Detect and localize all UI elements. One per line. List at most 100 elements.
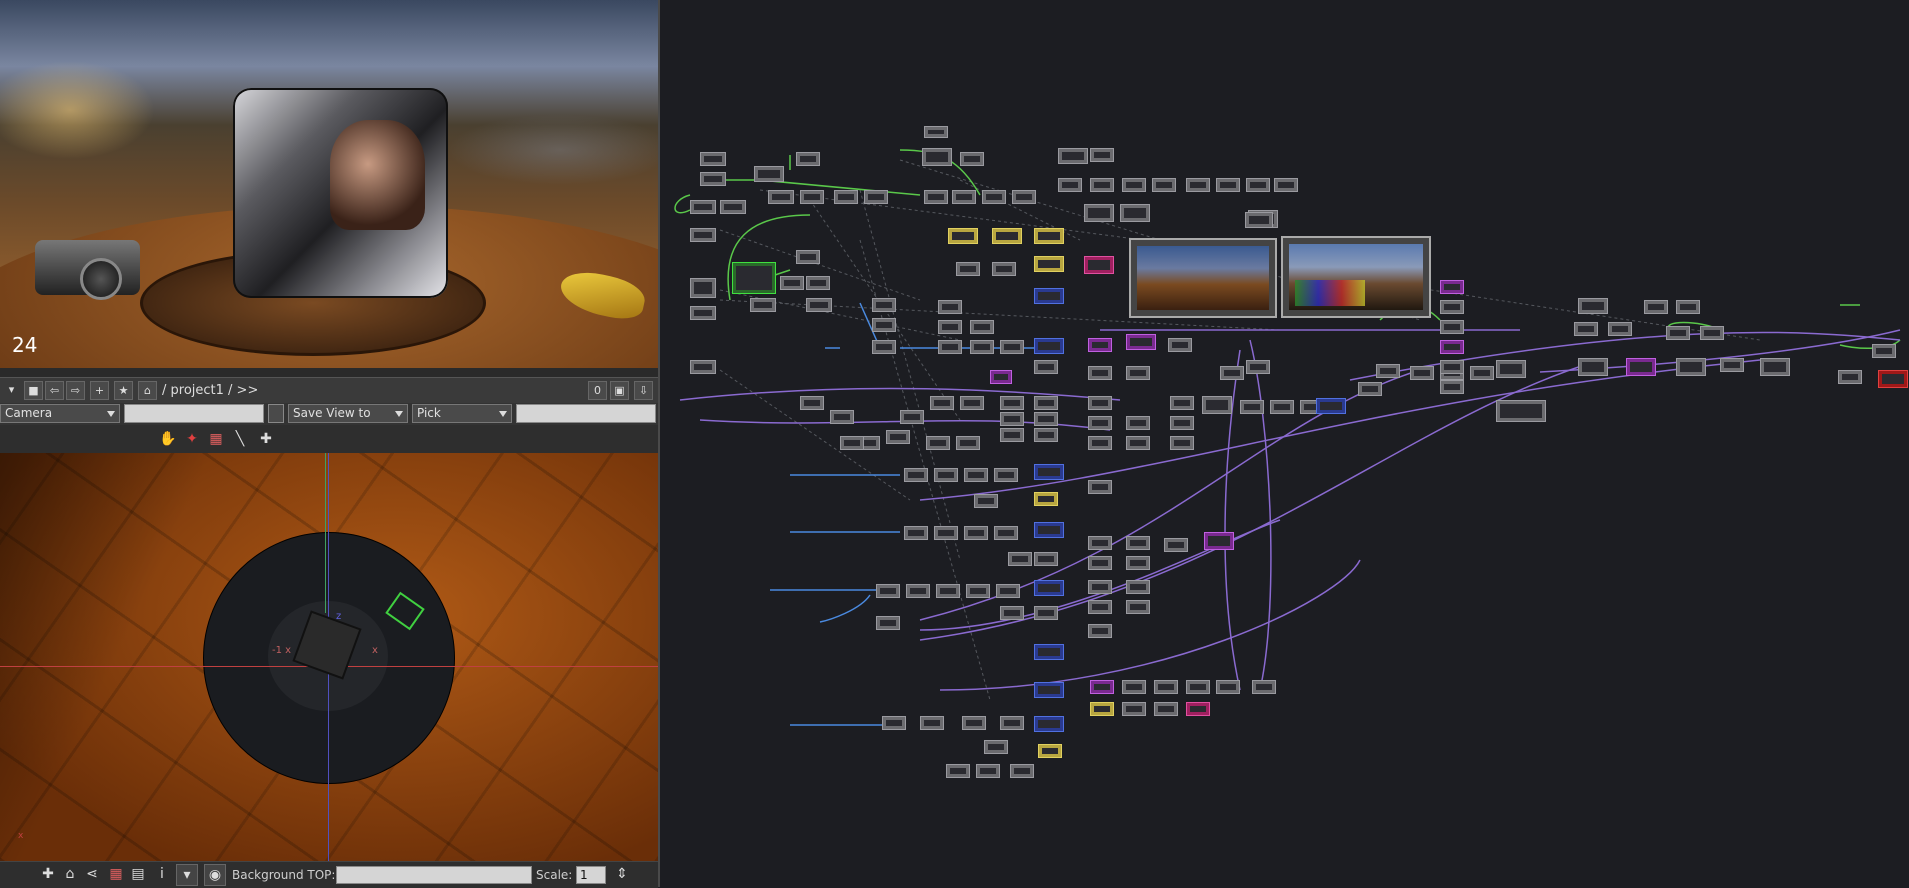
node[interactable] [1644, 300, 1668, 314]
node[interactable] [1154, 680, 1178, 694]
node[interactable] [1440, 380, 1464, 394]
node[interactable] [1358, 382, 1382, 396]
node[interactable] [1034, 428, 1058, 442]
node[interactable] [1000, 396, 1024, 410]
plus-cross-icon[interactable]: ✚ [38, 864, 58, 884]
node[interactable] [1088, 366, 1112, 380]
node[interactable] [964, 468, 988, 482]
node[interactable] [926, 436, 950, 450]
node[interactable] [1000, 428, 1024, 442]
node[interactable] [1126, 556, 1150, 570]
node[interactable] [1000, 606, 1024, 620]
node[interactable] [796, 152, 820, 166]
node[interactable] [1252, 680, 1276, 694]
node[interactable] [1034, 412, 1058, 426]
node[interactable] [924, 190, 948, 204]
node[interactable] [1034, 552, 1058, 566]
home-icon[interactable]: ⌂ [138, 381, 157, 400]
hand-icon[interactable]: ✋ [158, 429, 178, 449]
node[interactable] [934, 526, 958, 540]
preview-node-2[interactable] [1281, 236, 1431, 318]
star-icon[interactable]: ★ [114, 381, 133, 400]
node[interactable] [996, 584, 1020, 598]
node[interactable] [690, 228, 716, 242]
node-blue[interactable] [1034, 464, 1064, 480]
node-yellow[interactable] [1038, 744, 1062, 758]
plus-cross-icon[interactable]: ✚ [256, 429, 276, 449]
node[interactable] [960, 396, 984, 410]
node-selected[interactable] [732, 262, 776, 294]
dropdown-icon[interactable]: ▾ [176, 864, 198, 886]
node[interactable] [690, 278, 716, 298]
node[interactable] [1470, 366, 1494, 380]
network-editor[interactable] [660, 0, 1909, 887]
node[interactable] [922, 148, 952, 166]
node[interactable] [806, 276, 830, 290]
camera-icon[interactable]: ◉ [204, 864, 226, 886]
camera-field-2[interactable] [268, 404, 284, 423]
node[interactable] [936, 584, 960, 598]
node[interactable] [920, 716, 944, 730]
node[interactable] [1034, 396, 1058, 410]
node[interactable] [882, 716, 906, 730]
node[interactable] [690, 360, 716, 374]
node[interactable] [956, 436, 980, 450]
node[interactable] [994, 468, 1018, 482]
camera-field[interactable] [124, 404, 264, 423]
node-yellow[interactable] [1034, 256, 1064, 272]
node[interactable] [1088, 624, 1112, 638]
node[interactable] [876, 616, 900, 630]
share-icon[interactable]: ⋖ [82, 864, 102, 884]
node[interactable] [1008, 552, 1032, 566]
node-red[interactable] [1878, 370, 1908, 388]
node[interactable] [1088, 436, 1112, 450]
node[interactable] [1274, 178, 1298, 192]
node[interactable] [806, 298, 832, 312]
node-purple[interactable] [1440, 340, 1464, 354]
node[interactable] [720, 200, 746, 214]
node-blue[interactable] [1034, 522, 1064, 538]
node[interactable] [1410, 366, 1434, 380]
node[interactable] [1376, 364, 1400, 378]
node[interactable] [1578, 298, 1608, 314]
node[interactable] [960, 152, 984, 166]
node[interactable] [1666, 326, 1690, 340]
node[interactable] [750, 298, 776, 312]
node[interactable] [690, 200, 716, 214]
node[interactable] [1126, 416, 1150, 430]
node[interactable] [1246, 178, 1270, 192]
node[interactable] [1245, 212, 1273, 228]
node[interactable] [872, 318, 896, 332]
node[interactable] [1012, 190, 1036, 204]
node[interactable] [1126, 436, 1150, 450]
node[interactable] [952, 190, 976, 204]
node[interactable] [976, 764, 1000, 778]
node[interactable] [768, 190, 794, 204]
node[interactable] [700, 172, 726, 186]
node[interactable] [938, 340, 962, 354]
node[interactable] [1838, 370, 1862, 384]
node-purple[interactable] [1626, 358, 1656, 376]
grid-icon[interactable]: ▦ [206, 429, 226, 449]
info-icon[interactable]: i [152, 864, 172, 884]
node[interactable] [1122, 178, 1146, 192]
node[interactable] [1440, 360, 1464, 374]
node[interactable] [876, 584, 900, 598]
node[interactable] [1058, 148, 1088, 164]
home-camera-icon[interactable]: ⌂ [60, 864, 80, 884]
render-viewer[interactable]: 24 [0, 0, 658, 368]
node[interactable] [962, 716, 986, 730]
node[interactable] [1760, 358, 1790, 376]
node[interactable] [1152, 178, 1176, 192]
stop-icon[interactable]: ■ [24, 381, 43, 400]
network-path[interactable]: / project1 / >> [162, 383, 258, 398]
node[interactable] [1088, 580, 1112, 594]
node[interactable] [938, 320, 962, 334]
preview-node-1[interactable] [1129, 238, 1277, 318]
scale-field[interactable]: 1 [576, 866, 606, 884]
pin-icon[interactable]: ✦ [182, 429, 202, 449]
node[interactable] [956, 262, 980, 276]
node-purple[interactable] [1088, 338, 1112, 352]
node[interactable] [1240, 400, 1264, 414]
move-icon[interactable]: ⇕ [612, 864, 632, 884]
